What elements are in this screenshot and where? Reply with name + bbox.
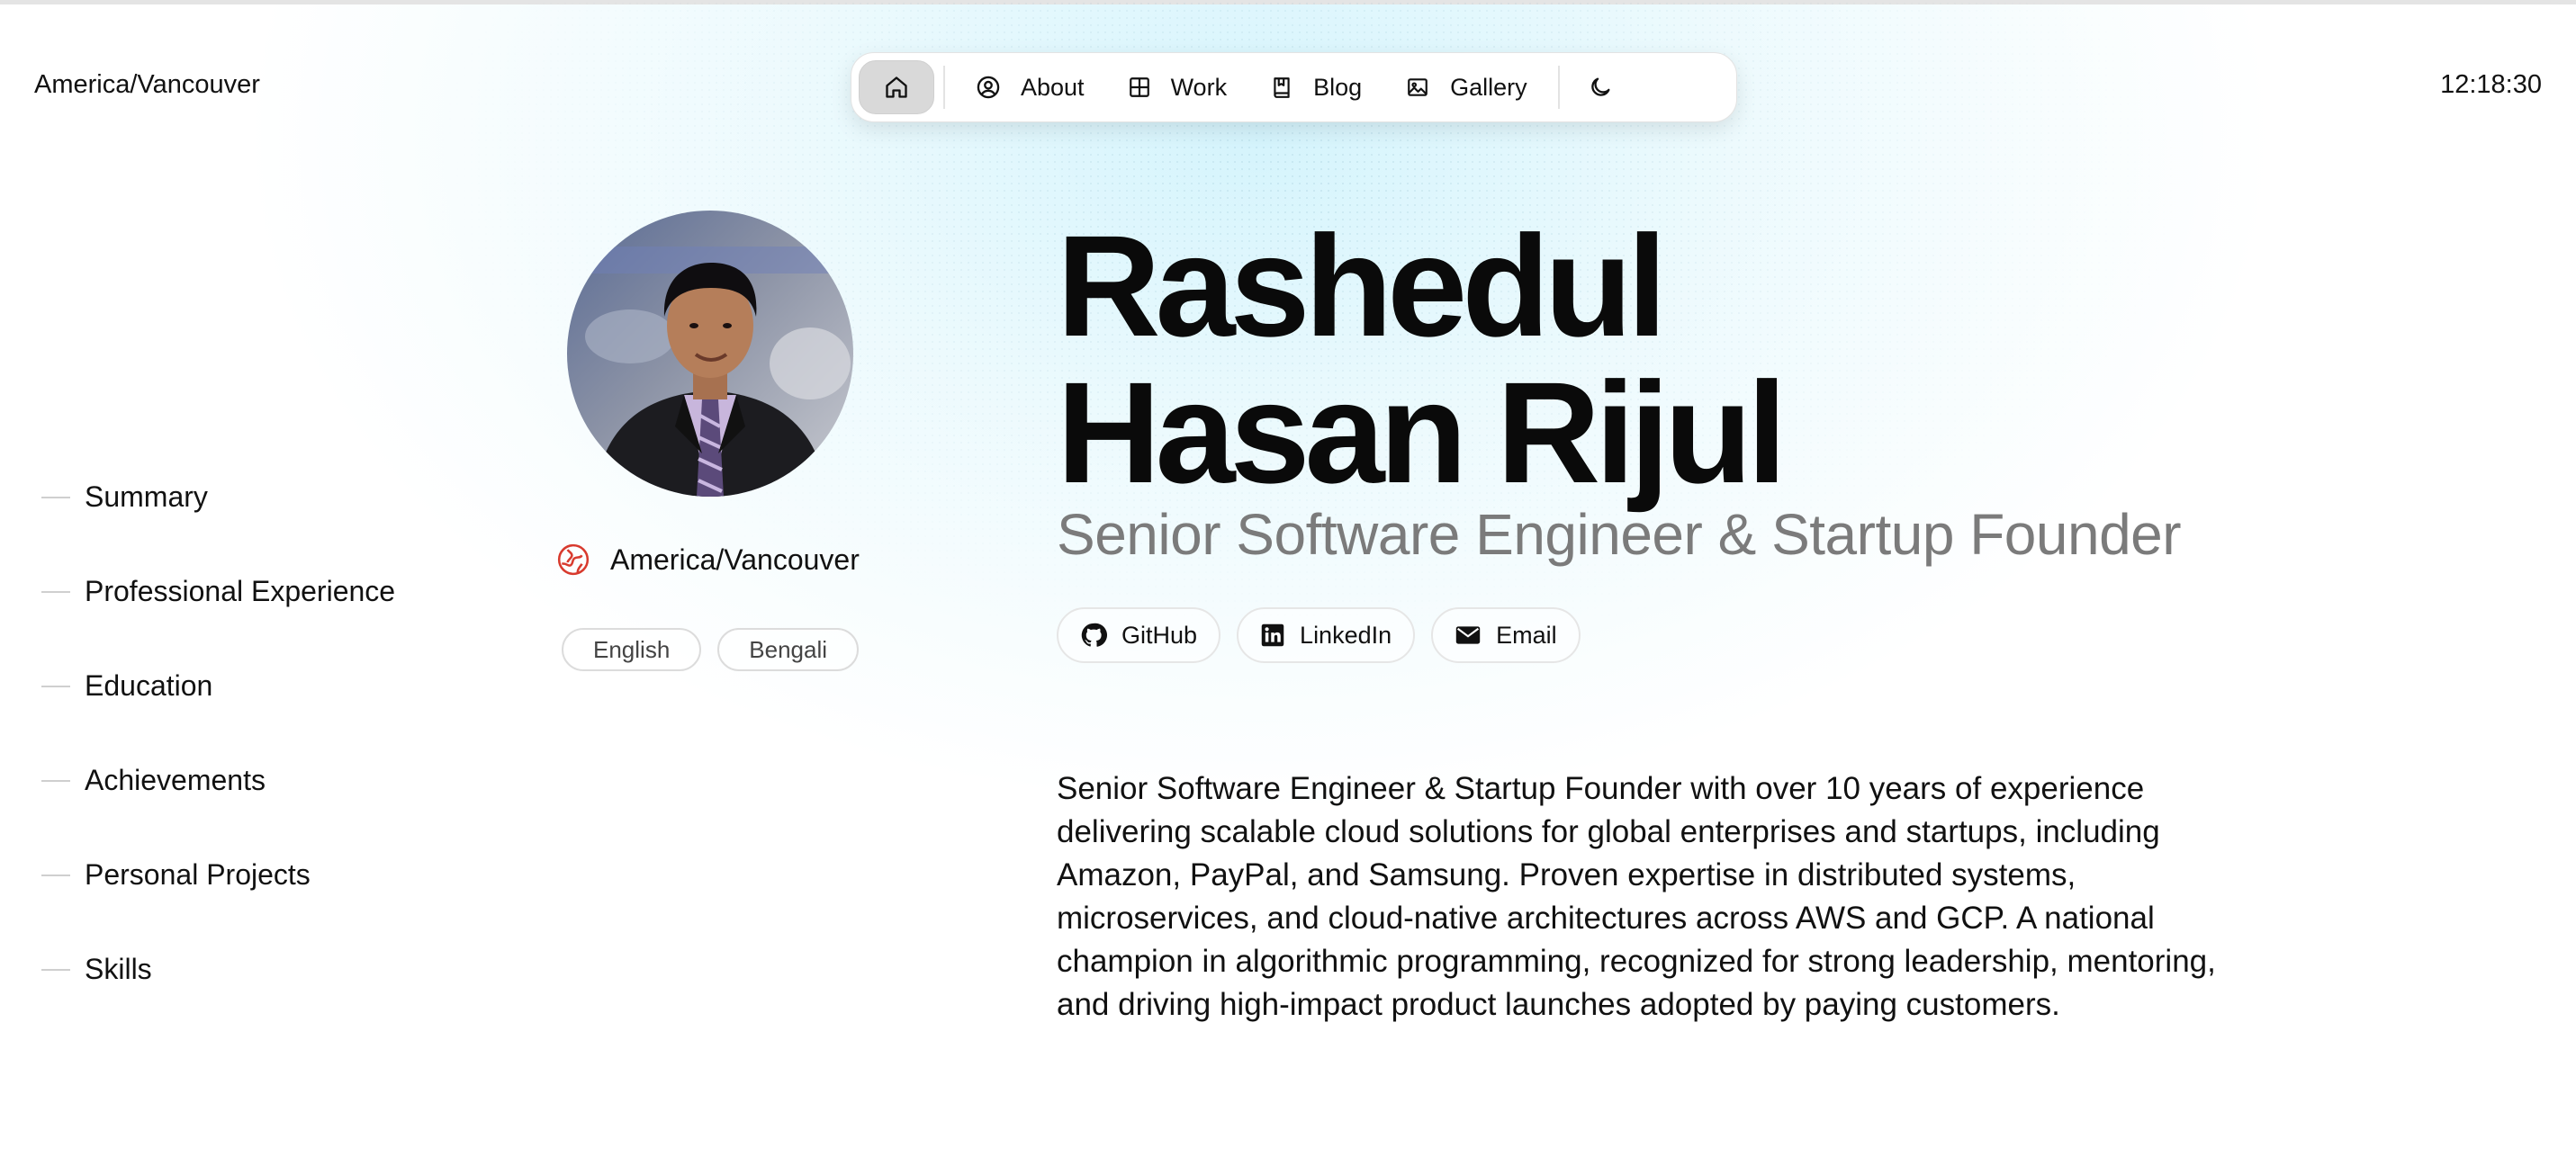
- home-icon: [886, 76, 907, 98]
- header-clock: 12:18:30: [2440, 70, 2542, 99]
- nav-divider: [1557, 66, 1560, 109]
- language-tag-bengali: Bengali: [717, 628, 860, 671]
- profile-location-label: America/Vancouver: [610, 543, 860, 576]
- toc-item-personal-projects[interactable]: Personal Projects: [41, 828, 395, 922]
- toc-label: Personal Projects: [85, 858, 311, 891]
- toc-item-achievements[interactable]: Achievements: [41, 733, 395, 828]
- toc-label: Skills: [85, 953, 152, 985]
- toc-marker: [41, 779, 70, 782]
- github-link-label: GitHub: [1121, 621, 1198, 649]
- nav-gallery[interactable]: Gallery: [1383, 60, 1549, 114]
- globe-icon: [557, 543, 590, 576]
- profile-name: Rashedul Hasan Rijul: [1057, 212, 1787, 506]
- user-circle-icon: [977, 76, 1000, 99]
- nav-about[interactable]: About: [954, 60, 1106, 114]
- profile-summary: Senior Software Engineer & Startup Found…: [1057, 771, 2216, 1022]
- nav-home-button[interactable]: [859, 60, 934, 114]
- image-icon: [1408, 78, 1428, 96]
- toc-item-professional-experience[interactable]: Professional Experience: [41, 544, 395, 639]
- language-tag-english: English: [562, 628, 702, 671]
- toc-marker: [41, 874, 70, 876]
- toc-marker: [41, 496, 70, 498]
- theme-toggle-button[interactable]: [1569, 60, 1632, 114]
- linkedin-icon: [1261, 623, 1284, 647]
- main-nav: About Work Blog Gallery: [851, 52, 1737, 122]
- nav-about-label: About: [1021, 73, 1085, 101]
- linkedin-link[interactable]: LinkedIn: [1237, 607, 1416, 663]
- toc-label: Education: [85, 669, 213, 702]
- email-link[interactable]: Email: [1431, 607, 1581, 663]
- book-icon: [1274, 77, 1290, 98]
- toc-marker: [41, 590, 70, 593]
- profile-name-line1: Rashedul: [1057, 205, 1667, 366]
- moon-icon: [1590, 77, 1610, 96]
- profile-role: Senior Software Engineer & Startup Found…: [1057, 502, 2182, 567]
- nav-blog-label: Blog: [1313, 73, 1363, 101]
- github-icon: [1081, 623, 1107, 647]
- toc-item-education[interactable]: Education: [41, 639, 395, 733]
- linkedin-link-label: LinkedIn: [1300, 621, 1392, 649]
- header-timezone: America/Vancouver: [34, 70, 260, 99]
- toc-label: Achievements: [85, 764, 266, 796]
- mail-icon: [1455, 626, 1481, 644]
- github-link[interactable]: GitHub: [1057, 607, 1221, 663]
- toc-label: Professional Experience: [85, 575, 396, 607]
- toc-marker: [41, 685, 70, 687]
- nav-gallery-label: Gallery: [1450, 73, 1527, 101]
- email-link-label: Email: [1496, 621, 1557, 649]
- toc-item-skills[interactable]: Skills: [41, 922, 395, 1017]
- nav-divider: [943, 66, 945, 109]
- toc-label: Summary: [85, 480, 208, 513]
- profile-location: America/Vancouver: [556, 543, 860, 577]
- nav-work-label: Work: [1170, 73, 1228, 101]
- avatar: [567, 211, 853, 497]
- language-tags: English Bengali: [562, 628, 860, 671]
- nav-blog[interactable]: Blog: [1248, 60, 1383, 114]
- nav-work[interactable]: Work: [1106, 60, 1249, 114]
- toc-marker: [41, 968, 70, 971]
- toc-item-summary[interactable]: Summary: [41, 450, 395, 544]
- grid-icon: [1129, 77, 1149, 97]
- profile-name-line2: Hasan Rijul: [1057, 352, 1787, 513]
- section-toc: Summary Professional Experience Educatio…: [41, 450, 395, 1017]
- social-links: GitHub LinkedIn Email: [1057, 607, 1581, 663]
